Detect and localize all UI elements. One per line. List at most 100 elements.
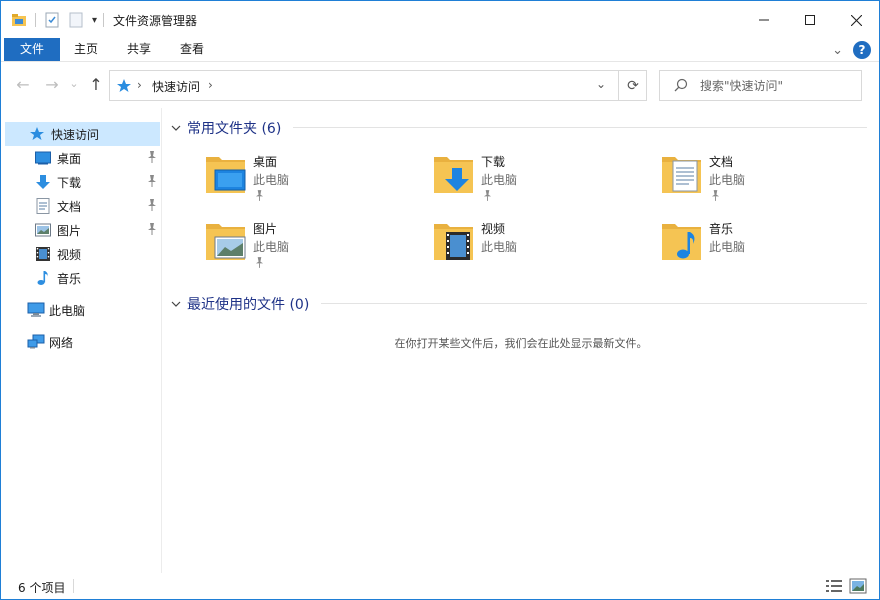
picture-folder-icon: [205, 218, 249, 266]
search-icon: [674, 78, 688, 92]
folder-location: 此电脑: [253, 173, 290, 187]
status-divider: [73, 579, 74, 593]
empty-recent-message: 在你打开某些文件后，我们会在此处显示最新文件。: [394, 337, 648, 350]
music-icon: [35, 270, 51, 286]
folder-tile-videos[interactable]: 视频 此电脑: [433, 218, 653, 274]
customize-toolbar-icon[interactable]: ▾: [92, 15, 97, 26]
group-title: 常用文件夹 (6): [187, 121, 282, 137]
folder-name: 音乐: [709, 222, 734, 236]
network-icon: [27, 334, 45, 350]
group-divider: [321, 303, 867, 304]
download-folder-icon: [433, 151, 477, 199]
window-controls: [741, 1, 879, 39]
toolbar-separator: [35, 13, 36, 27]
address-bar[interactable]: › 快速访问 › ⌄ ⟳: [109, 70, 647, 101]
chevron-down-icon: [171, 301, 181, 307]
picture-icon: [35, 222, 51, 238]
pin-icon[interactable]: [483, 190, 492, 201]
explorer-window: ▾ 文件资源管理器 文件 主页 共享 查看 ⌄ ? ← → ⌄ ↑ › 快速访问…: [0, 0, 880, 600]
breadcrumb-quick-access[interactable]: 快速访问: [152, 78, 200, 95]
sidebar-item-this-pc[interactable]: 此电脑: [1, 298, 161, 322]
desktop-folder-icon: [205, 151, 249, 199]
large-icons-view-icon[interactable]: [849, 578, 867, 594]
folder-tile-pictures[interactable]: 图片 此电脑: [205, 218, 425, 274]
tab-home[interactable]: 主页: [63, 38, 109, 61]
minimize-button[interactable]: [741, 1, 787, 39]
search-box[interactable]: [659, 70, 862, 101]
help-icon[interactable]: ?: [853, 41, 871, 59]
sidebar-item-label: 网络: [49, 335, 74, 350]
folder-tile-downloads[interactable]: 下载 此电脑: [433, 151, 653, 207]
properties-icon[interactable]: [44, 12, 60, 28]
group-divider: [293, 127, 867, 128]
refresh-button[interactable]: ⟳: [618, 70, 647, 101]
recent-locations-button[interactable]: ⌄: [65, 77, 83, 90]
folder-name: 图片: [253, 222, 278, 236]
back-button[interactable]: ←: [14, 75, 32, 94]
sidebar-item-network[interactable]: 网络: [1, 330, 161, 354]
forward-button[interactable]: →: [43, 75, 61, 94]
folder-name: 下载: [481, 155, 506, 169]
folder-location: 此电脑: [709, 173, 746, 187]
folder-location: 此电脑: [253, 240, 290, 254]
sidebar-item-quick-access[interactable]: 快速访问: [5, 122, 160, 146]
sidebar-item-documents[interactable]: 文档: [1, 194, 161, 218]
pin-icon[interactable]: [147, 151, 157, 163]
search-input[interactable]: [700, 77, 850, 95]
explorer-app-icon[interactable]: [11, 12, 27, 28]
view-switcher: [819, 578, 867, 594]
close-button[interactable]: [833, 1, 879, 39]
frequent-folders-header[interactable]: 常用文件夹 (6): [171, 118, 281, 138]
sidebar-item-music[interactable]: 音乐: [1, 266, 161, 290]
toolbar-separator: [103, 13, 105, 27]
up-button[interactable]: ↑: [87, 75, 105, 94]
computer-icon: [27, 302, 45, 318]
ribbon-tabs: 文件 主页 共享 查看 ⌄ ?: [1, 38, 879, 61]
content-pane: 常用文件夹 (6) 桌面 此电脑 下载 此电脑 文档 此电脑 图片 此电脑 视频…: [163, 108, 879, 573]
tab-file[interactable]: 文件: [4, 38, 60, 61]
recent-files-header[interactable]: 最近使用的文件 (0): [171, 294, 309, 314]
sidebar-item-downloads[interactable]: 下载: [1, 170, 161, 194]
folder-location: 此电脑: [481, 173, 518, 187]
video-folder-icon: [433, 218, 477, 266]
folder-location: 此电脑: [709, 240, 746, 254]
tab-share[interactable]: 共享: [115, 38, 163, 61]
pin-icon[interactable]: [147, 175, 157, 187]
pin-icon[interactable]: [147, 199, 157, 211]
expand-ribbon-icon[interactable]: ⌄: [832, 43, 843, 58]
video-icon: [35, 246, 51, 262]
folder-location: 此电脑: [481, 240, 518, 254]
document-folder-icon: [661, 151, 705, 199]
navigation-bar: ← → ⌄ ↑ › 快速访问 › ⌄ ⟳: [1, 61, 879, 107]
sidebar-item-label: 快速访问: [51, 127, 100, 142]
address-dropdown-icon[interactable]: ⌄: [596, 77, 606, 91]
tab-view[interactable]: 查看: [169, 38, 215, 61]
folder-tile-desktop[interactable]: 桌面 此电脑: [205, 151, 425, 207]
navigation-pane: 快速访问 桌面 下载 文档 图片 视频 音乐 此电脑 网络: [1, 108, 162, 573]
desktop-icon: [35, 150, 51, 166]
quick-access-toolbar: ▾: [11, 12, 112, 28]
pin-icon[interactable]: [255, 257, 264, 268]
folder-tile-documents[interactable]: 文档 此电脑: [661, 151, 880, 207]
sidebar-item-pictures[interactable]: 图片: [1, 218, 161, 242]
folder-name: 文档: [709, 155, 734, 169]
sidebar-item-desktop[interactable]: 桌面: [1, 146, 161, 170]
pin-icon[interactable]: [147, 223, 157, 235]
maximize-button[interactable]: [787, 1, 833, 39]
sidebar-item-videos[interactable]: 视频: [1, 242, 161, 266]
download-icon: [35, 174, 51, 190]
group-title: 最近使用的文件 (0): [187, 297, 310, 313]
new-folder-icon[interactable]: [68, 12, 84, 28]
details-view-icon[interactable]: [825, 578, 843, 594]
pin-icon[interactable]: [711, 190, 720, 201]
breadcrumb-chevron-icon[interactable]: ›: [137, 78, 142, 92]
star-icon: [29, 126, 45, 142]
status-bar: 6 个项目: [1, 573, 879, 599]
breadcrumb-chevron-icon[interactable]: ›: [208, 78, 213, 92]
folder-tile-music[interactable]: 音乐 此电脑: [661, 218, 880, 274]
folder-name: 桌面: [253, 155, 278, 169]
pin-icon[interactable]: [255, 190, 264, 201]
sidebar-item-label: 此电脑: [49, 303, 86, 318]
sidebar-item-label: 图片: [57, 223, 82, 238]
chevron-down-icon: [171, 125, 181, 131]
